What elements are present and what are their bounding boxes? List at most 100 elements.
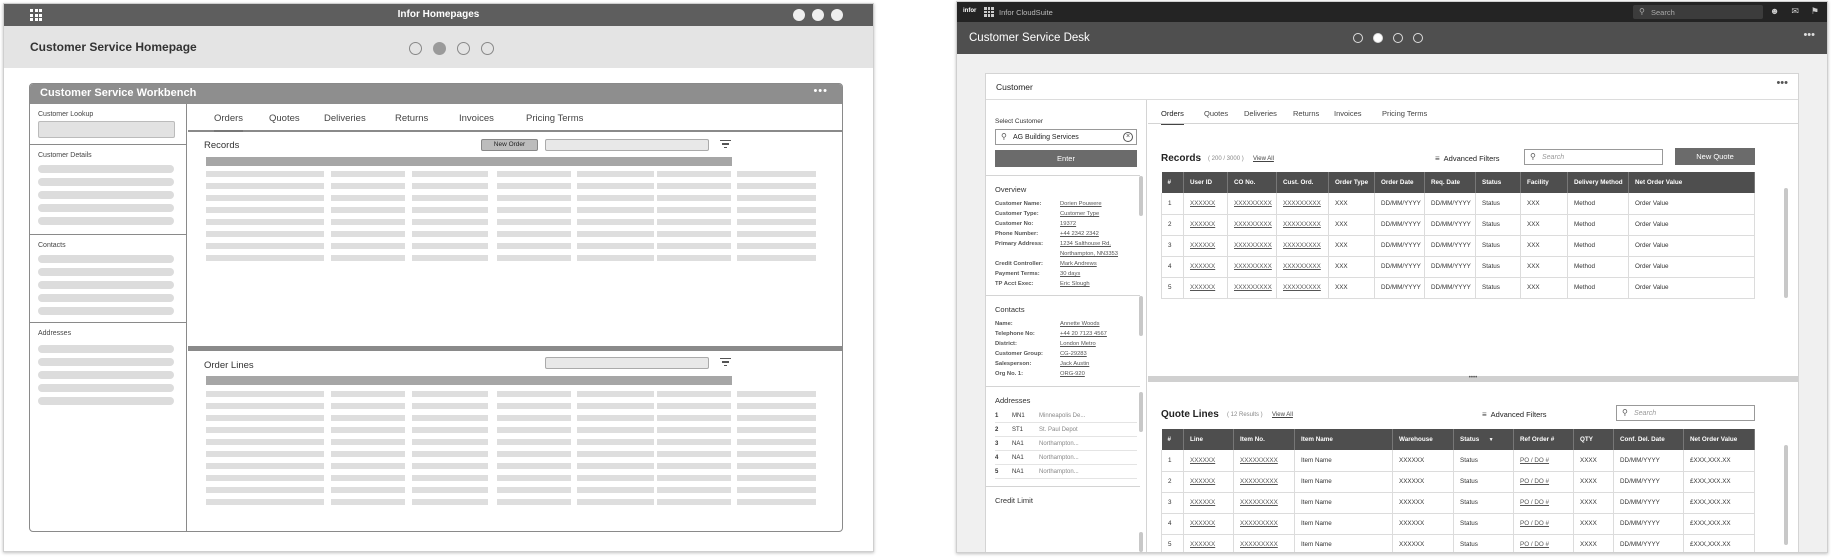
field-value-link[interactable]: Dorien Pouwere — [1060, 201, 1140, 207]
tab-deliveries[interactable]: Deliveries — [324, 113, 366, 124]
page-dot[interactable] — [409, 42, 422, 55]
user-icon[interactable]: ☻ — [1770, 6, 1779, 17]
field-value-link[interactable]: Customer Type — [1060, 211, 1140, 217]
page-dot-active[interactable] — [433, 42, 446, 55]
field-value-link[interactable]: +44 2342 2342 — [1060, 231, 1140, 237]
column-header[interactable]: # — [1161, 172, 1184, 193]
table-cell-link[interactable]: XXXXXXXXX — [1233, 492, 1295, 514]
column-header[interactable]: Net Order Value — [1683, 429, 1755, 450]
column-header[interactable]: # — [1161, 429, 1184, 450]
global-search-input[interactable]: ⚲ Search — [1633, 5, 1763, 19]
column-header[interactable]: CO No. — [1227, 172, 1277, 193]
address-item[interactable]: 4 NA1 Northampton... — [995, 451, 1137, 465]
table-cell-link[interactable]: XXXXXXXXX — [1276, 214, 1329, 236]
tab-returns[interactable]: Returns — [395, 113, 428, 124]
table-cell-link[interactable]: XXXXXXXXX — [1233, 513, 1295, 535]
quote-lines-view-all-link[interactable]: View All — [1272, 412, 1293, 418]
advanced-filters-button[interactable]: ≡ Advanced Filters — [1435, 154, 1500, 163]
tab-invoices[interactable]: Invoices — [459, 113, 494, 124]
panel-divider-handle[interactable]: •••• — [1148, 375, 1798, 382]
scrollbar[interactable] — [1784, 445, 1788, 545]
table-cell-link[interactable]: XXXXXX — [1183, 214, 1228, 236]
dot-icon[interactable] — [793, 9, 805, 21]
table-row[interactable]: 3 XXXXXX XXXXXXXXX Item Name XXXXXX Status PO … — [1161, 492, 1755, 514]
page-dot-active[interactable] — [1373, 33, 1383, 43]
table-row[interactable]: 5 XXXXXX XXXXXXXXX Item Name XXXXXX Status PO … — [1161, 534, 1755, 552]
field-value-link[interactable]: Eric Slough — [1060, 281, 1140, 287]
new-quote-button[interactable]: New Quote — [1675, 148, 1755, 165]
table-row[interactable]: 1 XXXXXX XXXXXXXXX XXXXXXXXX XXX DD/MM/YYYY DD… — [1161, 193, 1755, 215]
more-icon[interactable]: ••• — [813, 85, 828, 97]
infor-logo[interactable]: infor — [963, 8, 976, 14]
table-cell-link[interactable]: XXXXXXXXX — [1227, 235, 1277, 257]
table-cell-link[interactable]: XXXXXXXXX — [1276, 277, 1329, 299]
records-search-input[interactable] — [545, 139, 709, 151]
page-dot[interactable] — [1413, 33, 1423, 43]
field-value-link[interactable]: CG-29283 — [1060, 351, 1140, 357]
new-order-button[interactable]: New Order — [481, 139, 538, 151]
column-header[interactable]: Item No. — [1233, 429, 1295, 450]
column-header[interactable]: Ref Order # — [1513, 429, 1574, 450]
table-cell-link[interactable]: XXXXXX — [1183, 235, 1228, 257]
table-cell-link[interactable]: PO / DO # — [1513, 450, 1574, 472]
column-header[interactable]: Warehouse — [1392, 429, 1454, 450]
table-cell-link[interactable]: XXXXXX — [1183, 471, 1234, 493]
field-value-link[interactable]: London Metro — [1060, 341, 1140, 347]
records-view-all-link[interactable]: View All — [1253, 156, 1274, 162]
field-value-link[interactable]: ORG-920 — [1060, 371, 1140, 377]
field-value-link[interactable]: 1234 Salthouse Rd, — [1060, 241, 1140, 247]
panel-divider[interactable] — [188, 346, 842, 351]
table-row[interactable]: 3 XXXXXX XXXXXXXXX XXXXXXXXX XXX DD/MM/YYYY DD… — [1161, 235, 1755, 257]
page-dot[interactable] — [1353, 33, 1363, 43]
bookmark-icon[interactable]: ⚑ — [1811, 6, 1819, 17]
filter-icon[interactable] — [720, 140, 731, 149]
advanced-filters-button[interactable]: ≡ Advanced Filters — [1482, 410, 1547, 419]
tab-orders[interactable]: Orders — [1161, 109, 1184, 125]
records-search-input[interactable]: ⚲ Search — [1524, 149, 1663, 165]
field-value-link[interactable]: Annette Woods — [1060, 321, 1140, 327]
app-grid-icon[interactable] — [984, 7, 994, 17]
table-cell-link[interactable]: XXXXXXXXX — [1233, 471, 1295, 493]
page-dot[interactable] — [481, 42, 494, 55]
field-value-link[interactable]: Northampton, NN3353 — [1060, 251, 1140, 257]
table-cell-link[interactable]: XXXXXXXXX — [1276, 193, 1329, 215]
column-header[interactable]: Conf. Del. Date — [1613, 429, 1684, 450]
table-row[interactable]: 5 XXXXXX XXXXXXXXX XXXXXXXXX XXX DD/MM/YYYY DD… — [1161, 277, 1755, 299]
table-cell-link[interactable]: XXXXXX — [1183, 450, 1234, 472]
column-header[interactable]: Order Type — [1328, 172, 1375, 193]
table-row[interactable]: 4 XXXXXX XXXXXXXXX XXXXXXXXX XXX DD/MM/YYYY DD… — [1161, 256, 1755, 278]
tab-pricing-terms[interactable]: Pricing Terms — [1382, 109, 1427, 118]
table-row[interactable]: 2 XXXXXX XXXXXXXXX XXXXXXXXX XXX DD/MM/YYYY DD… — [1161, 214, 1755, 236]
customer-select-input[interactable]: ⚲ AG Building Services × — [995, 129, 1137, 145]
table-cell-link[interactable]: PO / DO # — [1513, 492, 1574, 514]
column-header[interactable]: Delivery Method — [1567, 172, 1629, 193]
field-value-link[interactable]: Mark Andrews — [1060, 261, 1140, 267]
field-value-link[interactable]: Jack Austin — [1060, 361, 1140, 367]
filter-icon[interactable] — [720, 358, 731, 367]
scrollbar[interactable] — [1139, 532, 1143, 552]
table-cell-link[interactable]: XXXXXXXXX — [1233, 450, 1295, 472]
dot-icon[interactable] — [831, 9, 843, 21]
column-header[interactable]: Req. Date — [1424, 172, 1476, 193]
field-value-link[interactable]: +44 20 7123 4567 — [1060, 331, 1140, 337]
scrollbar[interactable] — [1784, 188, 1788, 298]
table-cell-link[interactable]: XXXXXXXXX — [1233, 534, 1295, 552]
table-cell-link[interactable]: XXXXXXXXX — [1276, 235, 1329, 257]
order-lines-search-input[interactable] — [545, 357, 709, 369]
clear-icon[interactable]: × — [1123, 132, 1133, 142]
column-header[interactable]: Status ▼ — [1453, 429, 1514, 450]
column-header[interactable]: QTY — [1573, 429, 1614, 450]
enter-button[interactable]: Enter — [995, 150, 1137, 167]
quote-lines-search-input[interactable]: ⚲ Search — [1616, 405, 1755, 421]
column-header[interactable]: Line — [1183, 429, 1234, 450]
table-cell-link[interactable]: XXXXXX — [1183, 256, 1228, 278]
table-cell-link[interactable]: XXXXXX — [1183, 534, 1234, 552]
more-icon[interactable]: ••• — [1803, 29, 1815, 41]
field-value-link[interactable]: 30 days — [1060, 271, 1140, 277]
table-cell-link[interactable]: XXXXXXXXX — [1276, 256, 1329, 278]
table-row[interactable]: 2 XXXXXX XXXXXXXXX Item Name XXXXXX Status PO … — [1161, 471, 1755, 493]
column-header[interactable]: Facility — [1520, 172, 1568, 193]
address-item[interactable]: 1 MN1 Minneapolis De... — [995, 409, 1137, 423]
dot-icon[interactable] — [812, 9, 824, 21]
page-dot[interactable] — [1393, 33, 1403, 43]
